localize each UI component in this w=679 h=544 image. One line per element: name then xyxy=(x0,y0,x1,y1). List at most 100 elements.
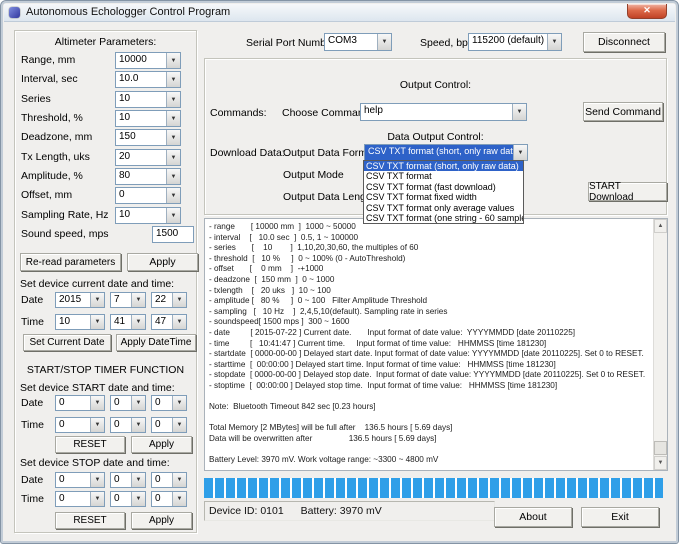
start-time-hour-select[interactable]: 0▼ xyxy=(55,417,105,433)
value: 0 xyxy=(152,492,172,506)
chevron-down-icon: ▼ xyxy=(172,418,186,432)
close-icon: ✕ xyxy=(643,5,651,15)
series-select[interactable]: 10▼ xyxy=(115,91,181,108)
reread-parameters-button[interactable]: Re-read parameters xyxy=(20,253,121,271)
range-label: Range, mm xyxy=(21,54,75,66)
battery-text: Battery: 3970 mV xyxy=(301,505,382,517)
current-time-minute-select[interactable]: 41▼ xyxy=(110,314,146,330)
scroll-down-button[interactable]: ▼ xyxy=(654,456,667,470)
interval-select[interactable]: 10.0▼ xyxy=(115,71,181,88)
set-current-date-button[interactable]: Set Current Date xyxy=(23,334,111,351)
stop-reset-button[interactable]: RESET xyxy=(55,512,125,529)
format-option[interactable]: CSV TXT format (one string - 60 samples) xyxy=(364,213,523,223)
speed-select[interactable]: 115200 (default)▼ xyxy=(468,33,562,51)
start-date-year-select[interactable]: 0▼ xyxy=(55,395,105,411)
output-data-length-label: Output Data Length xyxy=(283,191,375,203)
value: 0 xyxy=(56,396,90,410)
range-select[interactable]: 10000▼ xyxy=(115,52,181,69)
stop-apply-button[interactable]: Apply xyxy=(131,512,192,529)
format-option[interactable]: CSV TXT format only average values xyxy=(364,203,523,213)
console-scrollbar[interactable]: ▲ ▼ xyxy=(653,219,667,470)
apply-datetime-button[interactable]: Apply DateTime xyxy=(116,334,196,351)
txlength-label: Tx Length, uks xyxy=(21,151,90,163)
about-button[interactable]: About xyxy=(494,507,572,527)
stop-time-hour-select[interactable]: 0▼ xyxy=(55,491,105,507)
current-date-year-select[interactable]: 2015▼ xyxy=(55,292,105,308)
console-output[interactable]: - range [ 10000 mm ] 1000 ~ 50000 - inte… xyxy=(204,218,668,471)
sound-speed-input[interactable]: 1500 xyxy=(152,226,194,243)
format-option[interactable]: CSV TXT format (short, only raw data) xyxy=(364,161,523,171)
exit-button[interactable]: Exit xyxy=(581,507,659,527)
speed-value: 115200 (default) xyxy=(469,34,547,50)
chevron-down-icon: ▼ xyxy=(166,111,180,126)
scroll-up-icon: ▲ xyxy=(658,223,664,229)
amplitude-select[interactable]: 80▼ xyxy=(115,168,181,185)
start-reset-button[interactable]: RESET xyxy=(55,436,125,453)
serial-port-select[interactable]: COM3▼ xyxy=(324,33,392,51)
set-start-datetime-label: Set device START date and time: xyxy=(20,382,175,394)
value: 0 xyxy=(152,396,172,410)
offset-value: 0 xyxy=(116,188,166,203)
app-window: Autonomous Echologger Control Program ✕ … xyxy=(0,0,679,544)
command-select[interactable]: help▼ xyxy=(360,103,527,121)
format-option[interactable]: CSV TXT format xyxy=(364,171,523,181)
start-date-month-select[interactable]: 0▼ xyxy=(110,395,146,411)
stop-date-day-select[interactable]: 0▼ xyxy=(151,472,187,488)
output-data-format-select[interactable]: CSV TXT format (short, only raw data)▼ xyxy=(364,144,528,161)
chevron-down-icon: ▼ xyxy=(131,473,145,487)
value: 0 xyxy=(56,418,90,432)
current-date-month-select[interactable]: 7▼ xyxy=(110,292,146,308)
stop-time-minute-select[interactable]: 0▼ xyxy=(110,491,146,507)
scroll-up-button[interactable]: ▲ xyxy=(654,219,667,233)
start-time-minute-select[interactable]: 0▼ xyxy=(110,417,146,433)
series-value: 10 xyxy=(116,92,166,107)
chevron-down-icon: ▼ xyxy=(90,492,104,506)
value: 0 xyxy=(56,473,90,487)
chevron-down-icon: ▼ xyxy=(166,169,180,184)
chevron-down-icon: ▼ xyxy=(377,34,391,50)
start-time-second-select[interactable]: 0▼ xyxy=(151,417,187,433)
current-date-day-select[interactable]: 22▼ xyxy=(151,292,187,308)
disconnect-button[interactable]: Disconnect xyxy=(583,32,665,52)
set-stop-datetime-label: Set device STOP date and time: xyxy=(20,457,170,469)
serial-port-label: Serial Port Number xyxy=(246,37,335,49)
txlength-select[interactable]: 20▼ xyxy=(115,149,181,166)
chevron-down-icon: ▼ xyxy=(166,72,180,87)
chevron-down-icon: ▼ xyxy=(172,492,186,506)
chevron-down-icon: ▼ xyxy=(131,293,145,307)
scrollbar-thumb[interactable] xyxy=(654,441,667,455)
offset-select[interactable]: 0▼ xyxy=(115,187,181,204)
chevron-down-icon: ▼ xyxy=(166,188,180,203)
stop-date-year-select[interactable]: 0▼ xyxy=(55,472,105,488)
stop-date-month-select[interactable]: 0▼ xyxy=(110,472,146,488)
threshold-select[interactable]: 10▼ xyxy=(115,110,181,127)
current-time-second-select[interactable]: 47▼ xyxy=(151,314,187,330)
title-bar: Autonomous Echologger Control Program ✕ xyxy=(4,4,675,22)
choose-command-label: Choose Command xyxy=(282,107,370,119)
sampling-rate-value: 10 xyxy=(116,208,166,223)
chevron-down-icon: ▼ xyxy=(131,418,145,432)
close-button[interactable]: ✕ xyxy=(627,4,667,19)
download-data-label: Download Data: xyxy=(210,147,285,159)
start-download-button[interactable]: START Download xyxy=(588,182,667,201)
format-option[interactable]: CSV TXT format fixed width xyxy=(364,192,523,202)
apply-parameters-button[interactable]: Apply xyxy=(127,253,198,271)
chevron-down-icon: ▼ xyxy=(90,418,104,432)
chevron-down-icon: ▼ xyxy=(172,396,186,410)
start-apply-button[interactable]: Apply xyxy=(131,436,192,453)
start-date-day-select[interactable]: 0▼ xyxy=(151,395,187,411)
current-time-hour-select[interactable]: 10▼ xyxy=(55,314,105,330)
format-option[interactable]: CSV TXT format (fast download) xyxy=(364,182,523,192)
value: 0 xyxy=(56,492,90,506)
txlength-value: 20 xyxy=(116,150,166,165)
sampling-rate-label: Sampling Rate, Hz xyxy=(21,209,109,221)
deadzone-select[interactable]: 150▼ xyxy=(115,129,181,146)
sampling-rate-select[interactable]: 10▼ xyxy=(115,207,181,224)
threshold-label: Threshold, % xyxy=(21,112,83,124)
current-time-label: Time xyxy=(21,316,44,328)
stop-time-second-select[interactable]: 0▼ xyxy=(151,491,187,507)
chevron-down-icon: ▼ xyxy=(166,130,180,145)
chevron-down-icon: ▼ xyxy=(166,53,180,68)
window-title: Autonomous Echologger Control Program xyxy=(26,6,230,18)
send-command-button[interactable]: Send Command xyxy=(583,102,663,121)
